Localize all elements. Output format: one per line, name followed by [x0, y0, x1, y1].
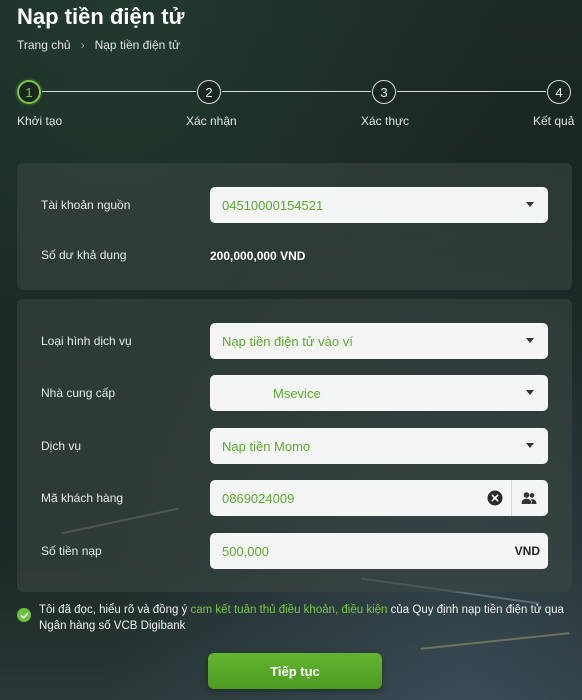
consent-prefix: Tôi đã đọc, hiểu rõ và đồng ý — [39, 604, 191, 616]
service-type-value: Nạp tiền điện tử vào ví — [222, 333, 353, 349]
terms-consent: Tôi đã đọc, hiểu rõ và đồng ý cam kết tu… — [17, 602, 577, 634]
amount-label: Số tiền nạp — [41, 544, 102, 558]
provider-label: Nhà cung cấp — [41, 386, 116, 400]
amount-input[interactable]: 500,000 VND — [210, 533, 548, 569]
source-account-label: Tài khoản nguồn — [41, 198, 131, 212]
step-connector — [42, 91, 196, 92]
step-connector — [397, 91, 546, 92]
service-type-select[interactable]: Nạp tiền điện tử vào ví — [210, 323, 548, 359]
input-divider — [511, 480, 512, 516]
source-account-panel: Tài khoản nguồn 04510000154521 Số dư khả… — [17, 163, 572, 290]
breadcrumb-home[interactable]: Trang chủ — [17, 38, 71, 52]
clear-icon[interactable] — [486, 489, 504, 507]
source-account-value: 04510000154521 — [222, 197, 324, 213]
step-4-label: Kết quả — [533, 114, 575, 128]
breadcrumb: Trang chủ › Nạp tiền điện tử — [17, 38, 180, 52]
step-2-indicator: 2 — [197, 80, 221, 104]
service-type-label: Loại hình dịch vụ — [41, 334, 132, 348]
breadcrumb-separator: › — [80, 38, 85, 52]
step-1-label: Khởi tạo — [17, 114, 63, 128]
service-label: Dịch vụ — [41, 439, 82, 453]
contacts-icon[interactable] — [520, 489, 538, 507]
service-panel: Loại hình dịch vụ Nạp tiền điện tử vào v… — [17, 299, 572, 592]
step-3-label: Xác thực — [361, 114, 410, 128]
chevron-down-icon — [526, 202, 534, 207]
step-connector — [222, 91, 371, 92]
page-title: Nạp tiền điện tử — [17, 4, 185, 29]
chevron-down-icon — [526, 338, 534, 343]
step-3-indicator: 3 — [372, 80, 396, 104]
balance-value: 200,000,000 VND — [210, 249, 306, 263]
customer-code-input[interactable]: 0869024009 — [210, 480, 548, 516]
balance-label: Số dư khả dụng — [41, 248, 127, 262]
terms-link[interactable]: cam kết tuân thủ điều khoản, điều kiện — [191, 604, 388, 616]
service-value: Nạp tiền Momo — [222, 438, 311, 454]
chevron-down-icon — [526, 390, 534, 395]
amount-unit: VND — [514, 544, 540, 558]
step-4-indicator: 4 — [547, 80, 571, 104]
provider-value: Msevice — [273, 385, 321, 401]
step-2-label: Xác nhận — [186, 114, 237, 128]
check-icon[interactable] — [17, 608, 31, 622]
progress-stepper: 1 2 3 4 Khởi tạo Xác nhận Xác thực Kết q… — [0, 78, 582, 130]
consent-text: Tôi đã đọc, hiểu rõ và đồng ý cam kết tu… — [39, 602, 577, 634]
breadcrumb-current: Nạp tiền điện tử — [94, 38, 181, 52]
customer-code-label: Mã khách hàng — [41, 491, 124, 505]
step-1-indicator: 1 — [17, 80, 41, 104]
amount-value: 500,000 — [222, 543, 269, 559]
chevron-down-icon — [526, 443, 534, 448]
source-account-select[interactable]: 04510000154521 — [210, 187, 548, 223]
customer-code-value: 0869024009 — [222, 490, 295, 506]
provider-select[interactable]: Msevice — [210, 375, 548, 411]
continue-button[interactable]: Tiếp tục — [208, 653, 382, 689]
service-select[interactable]: Nạp tiền Momo — [210, 428, 548, 464]
